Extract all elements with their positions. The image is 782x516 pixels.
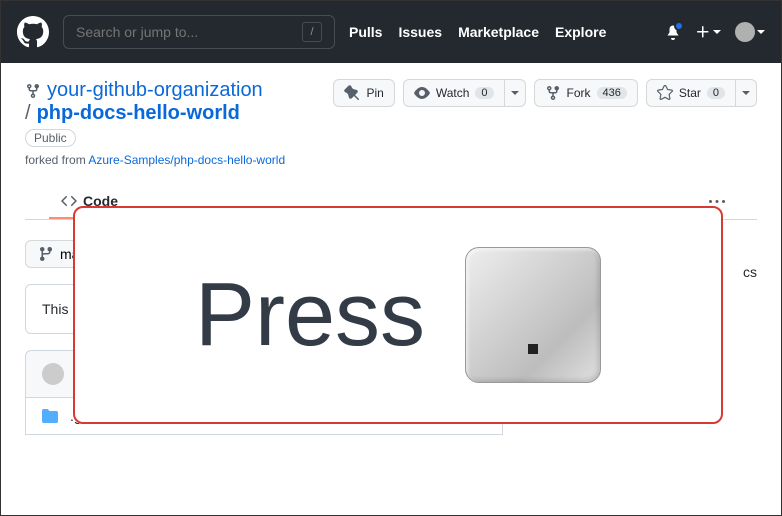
eye-icon	[414, 85, 430, 101]
forked-from: forked from Azure-Samples/php-docs-hello…	[25, 153, 285, 167]
press-overlay: Press	[73, 206, 723, 424]
visibility-badge: Public	[25, 129, 76, 147]
code-icon	[61, 193, 77, 209]
search-input[interactable]	[76, 24, 296, 40]
branch-icon	[38, 246, 54, 262]
overlay-text: Press	[195, 264, 425, 367]
notifications-icon[interactable]	[665, 24, 681, 40]
commit-avatar	[42, 363, 64, 385]
nav-issues[interactable]: Issues	[398, 24, 442, 40]
star-button[interactable]: Star 0	[646, 79, 736, 107]
watch-dropdown[interactable]	[505, 79, 526, 107]
forked-from-link[interactable]: Azure-Samples/php-docs-hello-world	[88, 153, 285, 167]
repo-title: your-github-organization	[25, 79, 285, 102]
org-link[interactable]: your-github-organization	[47, 79, 263, 102]
keycap-period	[465, 247, 601, 383]
pin-icon	[344, 85, 360, 101]
search-box[interactable]: /	[63, 15, 335, 49]
nav-explore[interactable]: Explore	[555, 24, 606, 40]
fork-button[interactable]: Fork 436	[534, 79, 638, 107]
nav-pulls[interactable]: Pulls	[349, 24, 382, 40]
pin-button[interactable]: Pin	[333, 79, 394, 107]
notification-dot	[674, 21, 684, 31]
repo-link[interactable]: php-docs-hello-world	[37, 102, 240, 125]
watch-button[interactable]: Watch 0	[403, 79, 505, 107]
star-dropdown[interactable]	[736, 79, 757, 107]
create-menu[interactable]	[695, 24, 721, 40]
slash-hint: /	[302, 22, 322, 42]
star-count: 0	[707, 87, 725, 99]
watch-count: 0	[475, 87, 493, 99]
star-icon	[657, 85, 673, 101]
fork-icon	[545, 85, 561, 101]
fork-count: 436	[597, 87, 627, 99]
repo-forked-icon	[25, 83, 41, 99]
folder-icon	[42, 408, 58, 424]
user-menu[interactable]	[735, 22, 765, 42]
github-logo[interactable]	[17, 16, 49, 48]
avatar	[735, 22, 755, 42]
nav-marketplace[interactable]: Marketplace	[458, 24, 539, 40]
